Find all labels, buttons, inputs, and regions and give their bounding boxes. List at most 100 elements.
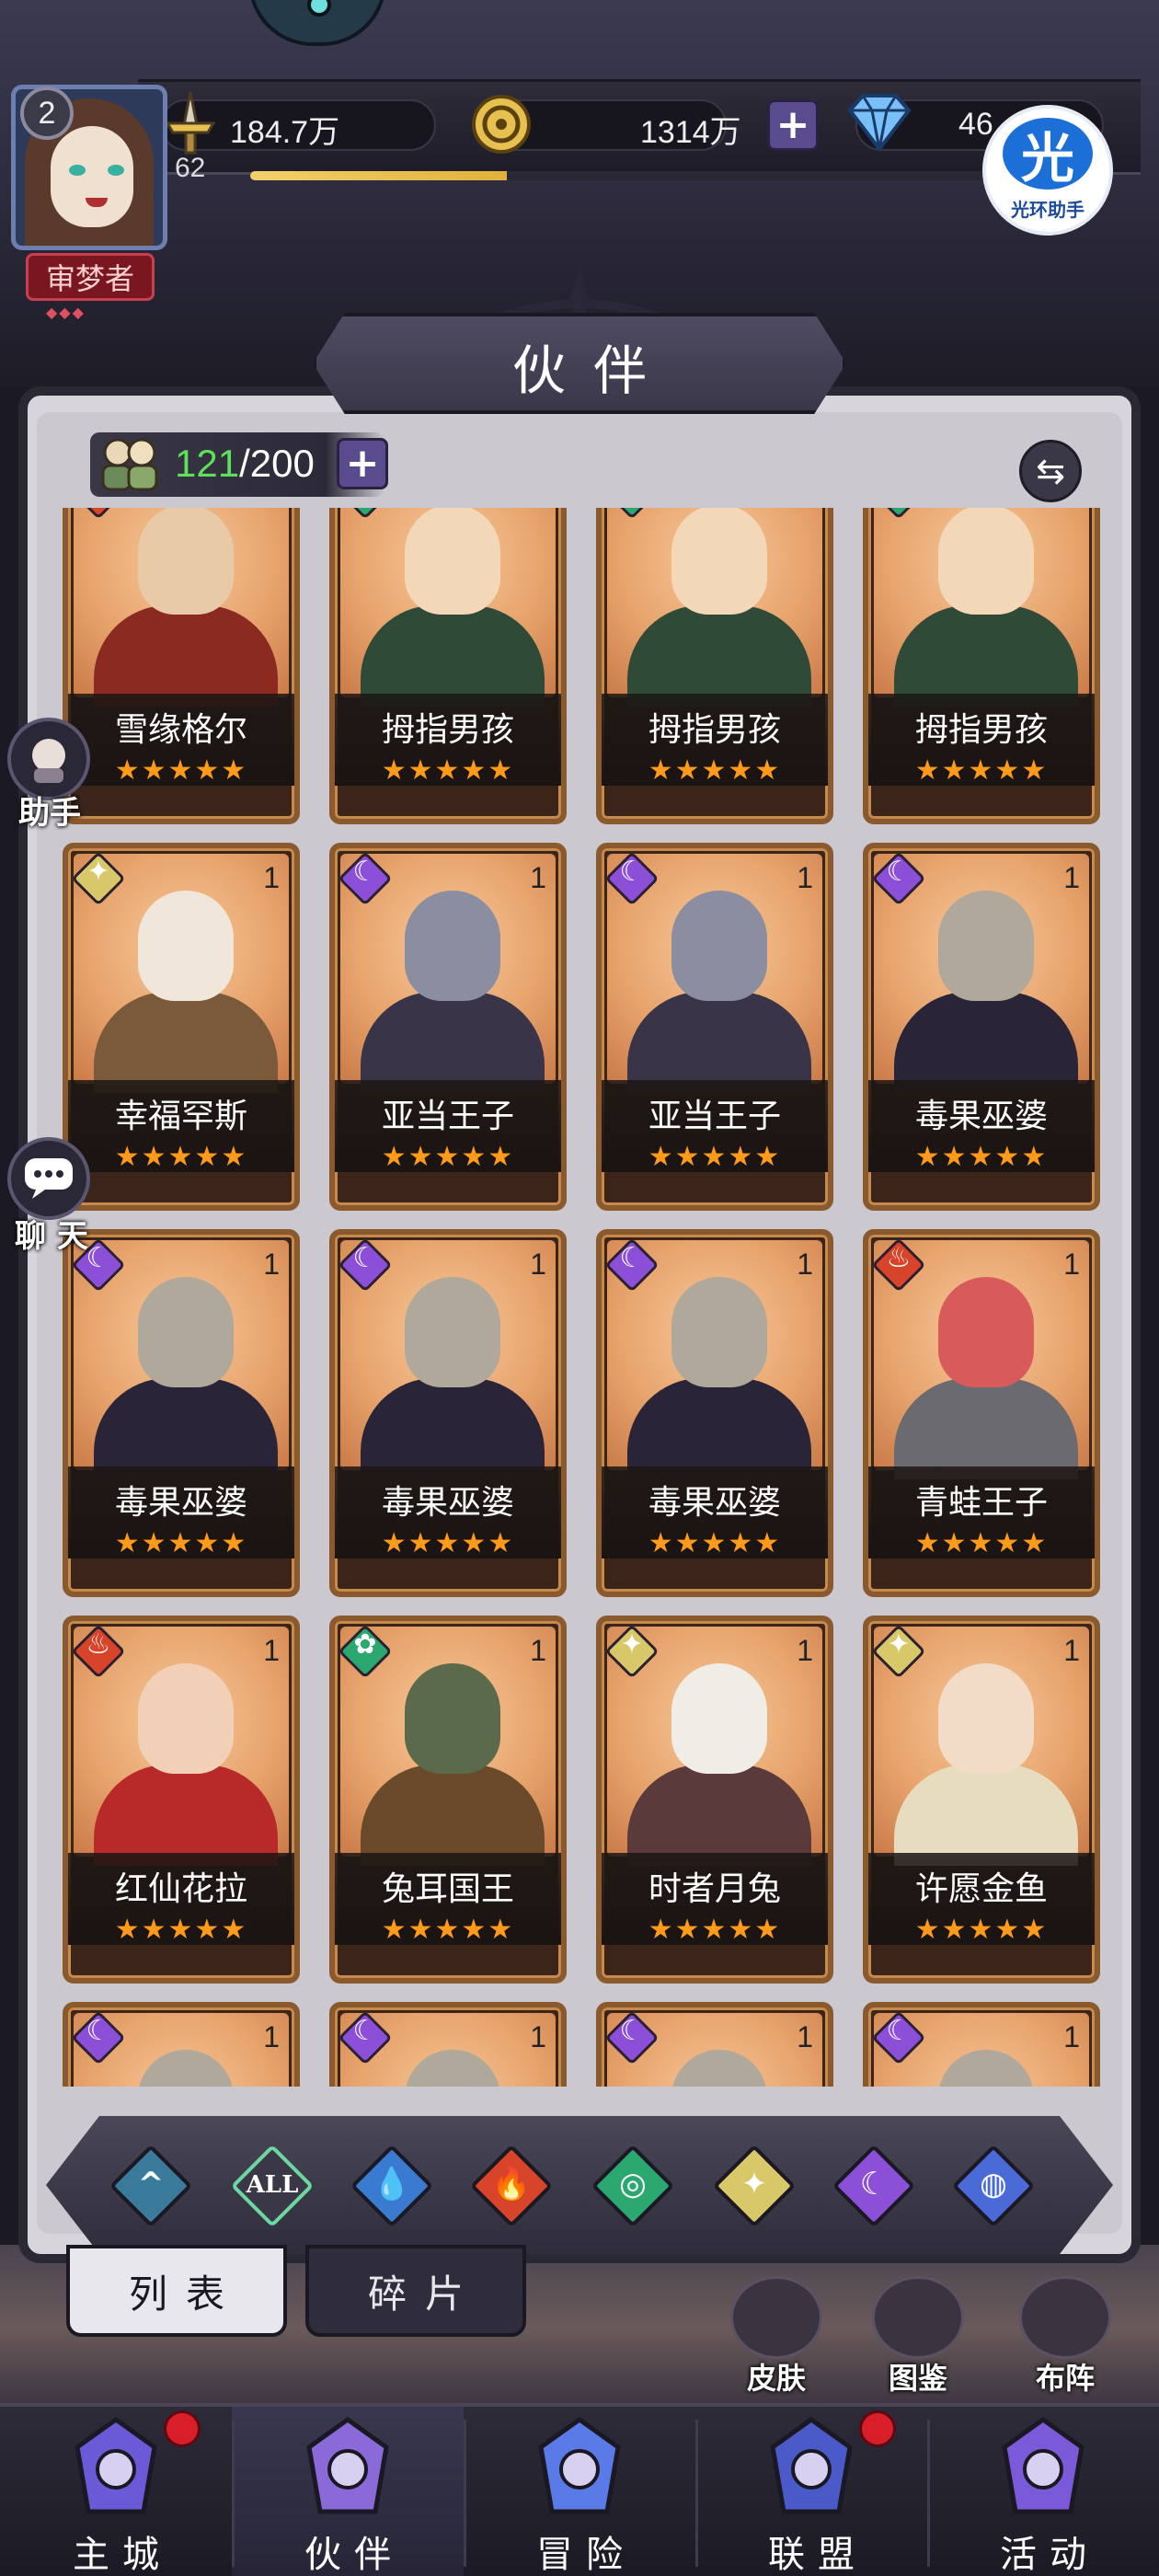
partner-portrait bbox=[340, 508, 556, 707]
partner-quantity: 1 bbox=[530, 1248, 546, 1281]
nav-icon bbox=[1002, 2416, 1084, 2514]
partner-card[interactable]: ☾ 1 bbox=[329, 2002, 567, 2087]
partner-name: 幸福罕斯 bbox=[114, 1098, 247, 1135]
partner-card[interactable]: ✿ 1 兔耳国王 ★★★★★ bbox=[329, 1616, 567, 1984]
partner-card[interactable]: ✿1拇指男孩★★★★★ bbox=[863, 508, 1100, 824]
formation-button[interactable]: 布阵 bbox=[1010, 2276, 1120, 2405]
light-assistant-button[interactable]: 光 光环助手 bbox=[982, 105, 1113, 236]
partner-stars: ★★★★★ bbox=[914, 1527, 1049, 1559]
partner-quantity: 1 bbox=[1063, 861, 1080, 894]
filter-fire-icon[interactable]: 🔥 bbox=[469, 2144, 554, 2228]
partner-quantity: 1 bbox=[530, 1634, 546, 1667]
title-diamonds-decoration: ◆◆◆ bbox=[46, 304, 86, 321]
partner-card[interactable]: ✦ 1 时者月兔 ★★★★★ bbox=[596, 1616, 833, 1984]
partner-count-current: 121 bbox=[175, 442, 240, 485]
partner-card[interactable]: ☾ 1 毒果巫婆 ★★★★★ bbox=[596, 1229, 833, 1597]
nav-item[interactable]: 伙伴 bbox=[232, 2407, 464, 2576]
nav-item[interactable]: 冒险 bbox=[464, 2407, 695, 2576]
partner-stars: ★★★★★ bbox=[914, 1914, 1049, 1946]
partner-stars: ★★★★★ bbox=[648, 1914, 782, 1946]
codex-cards-icon bbox=[872, 2276, 964, 2359]
skins-icon bbox=[730, 2276, 822, 2359]
partner-quantity: 1 bbox=[530, 508, 546, 509]
nav-label: 活动 bbox=[1000, 2534, 1099, 2576]
nav-label: 伙伴 bbox=[304, 2534, 404, 2576]
partner-card[interactable]: ✿1拇指男孩★★★★★ bbox=[329, 508, 567, 824]
partner-card[interactable]: ☾ 1 毒果巫婆 ★★★★★ bbox=[63, 1229, 300, 1597]
partner-stars: ★★★★★ bbox=[914, 1141, 1049, 1173]
partner-quantity: 1 bbox=[263, 1248, 280, 1281]
partner-card[interactable]: ☾ 1 亚当王子 ★★★★★ bbox=[329, 843, 567, 1211]
partner-card[interactable]: ✿1拇指男孩★★★★★ bbox=[596, 508, 833, 824]
page-title: 伙伴 bbox=[511, 339, 674, 402]
partner-card[interactable]: ♨1雪缘格尔★★★★★ bbox=[63, 508, 300, 824]
partner-card-grid: ♨1雪缘格尔★★★★★✿1拇指男孩★★★★★✿1拇指男孩★★★★★✿1拇指男孩★… bbox=[55, 508, 1104, 2087]
partner-name: 拇指男孩 bbox=[648, 711, 781, 749]
partner-card[interactable]: ✦ 1 许愿金鱼 ★★★★★ bbox=[863, 1616, 1100, 1984]
partner-quantity: 1 bbox=[797, 2020, 813, 2053]
filter-all[interactable]: ALL bbox=[230, 2144, 315, 2228]
partner-stars: ★★★★★ bbox=[648, 1527, 782, 1559]
partner-name: 雪缘格尔 bbox=[114, 711, 247, 749]
nav-label: 主城 bbox=[73, 2534, 172, 2576]
partner-quantity: 1 bbox=[263, 861, 280, 894]
partner-card[interactable]: ♨ 1 红仙花拉 ★★★★★ bbox=[63, 1616, 300, 1984]
rank-badge: 2 bbox=[20, 86, 74, 140]
chat-button[interactable] bbox=[7, 1137, 90, 1220]
chat-label: 聊 天 bbox=[15, 1218, 88, 1255]
partner-name: 毒果巫婆 bbox=[114, 1484, 247, 1522]
nav-icon bbox=[75, 2416, 157, 2514]
partner-stars: ★★★★★ bbox=[914, 754, 1049, 787]
partner-name: 兔耳国王 bbox=[381, 1870, 514, 1908]
tab-fragments[interactable]: 碎片 bbox=[305, 2245, 526, 2337]
partner-card[interactable]: ♨ 1 青蛙王子 ★★★★★ bbox=[863, 1229, 1100, 1597]
partner-quantity: 1 bbox=[797, 508, 813, 509]
partner-stars: ★★★★★ bbox=[114, 754, 248, 787]
partner-card[interactable]: ☾ 1 bbox=[863, 2002, 1100, 2087]
partner-card[interactable]: ☾ 1 bbox=[596, 2002, 833, 2087]
filter-light-icon[interactable]: ✦ bbox=[712, 2144, 797, 2228]
nav-icon bbox=[538, 2416, 621, 2514]
tab-list[interactable]: 列表 bbox=[66, 2245, 287, 2337]
partner-card[interactable]: ☾ 1 毒果巫婆 ★★★★★ bbox=[863, 843, 1100, 1211]
partner-quantity: 1 bbox=[1063, 2020, 1080, 2053]
expand-capacity-button[interactable]: + bbox=[337, 438, 388, 489]
add-gold-button[interactable]: + bbox=[767, 99, 819, 151]
gold-value: 1314万 bbox=[640, 115, 741, 150]
skins-label: 皮肤 bbox=[746, 2361, 806, 2396]
filter-water-icon[interactable]: 💧 bbox=[350, 2144, 434, 2228]
partner-portrait bbox=[74, 508, 289, 707]
partner-stars: ★★★★★ bbox=[381, 1141, 515, 1173]
filter-wind-icon[interactable]: ◎ bbox=[591, 2144, 675, 2228]
partner-stars: ★★★★★ bbox=[648, 754, 782, 787]
codex-button[interactable]: 图鉴 bbox=[863, 2276, 973, 2405]
partner-quantity: 1 bbox=[797, 861, 813, 894]
partner-name: 时者月兔 bbox=[648, 1870, 781, 1908]
partner-quantity: 1 bbox=[530, 861, 546, 894]
partner-name: 毒果巫婆 bbox=[381, 1484, 514, 1522]
filter-all-elements-icon[interactable]: ^ bbox=[109, 2144, 193, 2228]
nav-icon bbox=[770, 2416, 853, 2514]
partner-card[interactable]: ☾ 1 亚当王子 ★★★★★ bbox=[596, 843, 833, 1211]
partner-quantity: 1 bbox=[1063, 1634, 1080, 1667]
partner-card[interactable]: ☾ 1 毒果巫婆 ★★★★★ bbox=[329, 1229, 567, 1597]
player-title-badge[interactable]: 审梦者 bbox=[26, 253, 155, 301]
partner-card[interactable]: ✦ 1 幸福罕斯 ★★★★★ bbox=[63, 843, 300, 1211]
partner-name: 红仙花拉 bbox=[114, 1870, 247, 1908]
partner-card[interactable]: ☾ 1 bbox=[63, 2002, 300, 2087]
nav-label: 冒险 bbox=[536, 2534, 636, 2576]
filter-planet-icon[interactable]: ◍ bbox=[951, 2144, 1036, 2228]
formation-chess-icon bbox=[1019, 2276, 1111, 2359]
gold-coin-icon bbox=[472, 95, 531, 154]
partner-portrait bbox=[607, 508, 822, 707]
formation-label: 布阵 bbox=[1035, 2361, 1095, 2396]
nav-item[interactable]: 活动 bbox=[927, 2407, 1159, 2576]
notification-dot bbox=[859, 2410, 896, 2447]
partner-count: 121/200 bbox=[175, 442, 315, 486]
sort-swap-button[interactable]: ⇆ bbox=[1019, 440, 1082, 502]
partner-stars: ★★★★★ bbox=[114, 1141, 248, 1173]
skins-button[interactable]: 皮肤 bbox=[721, 2276, 832, 2405]
partner-stars: ★★★★★ bbox=[114, 1527, 248, 1559]
light-assistant-label: 光环助手 bbox=[1011, 199, 1084, 221]
filter-dark-icon[interactable]: ☾ bbox=[832, 2144, 916, 2228]
